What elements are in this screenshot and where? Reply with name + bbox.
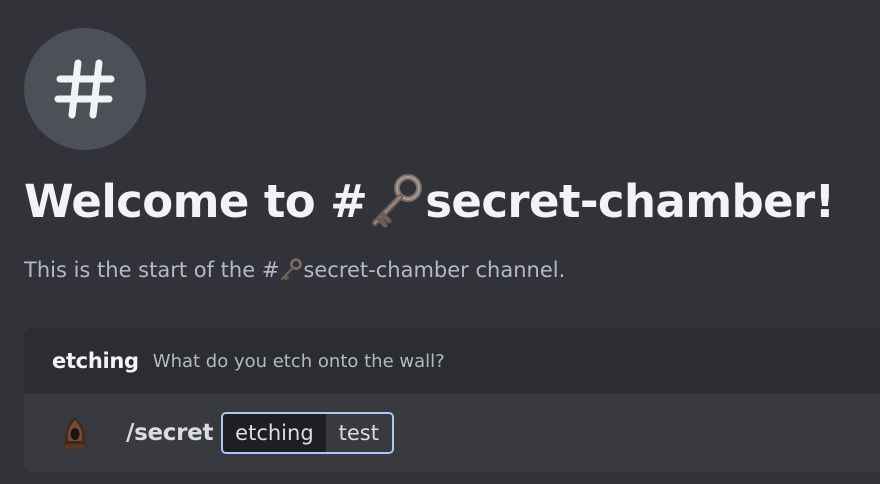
command-name: /secret: [126, 420, 214, 446]
welcome-title-channel: secret-chamber!: [425, 175, 835, 228]
channel-icon-circle: [24, 28, 146, 150]
hashtag-icon: [54, 59, 115, 119]
hooded-figure-avatar: [62, 417, 88, 449]
option-description: What do you etch onto the wall?: [152, 350, 445, 372]
option-hint-bar: etching What do you etch onto the wall?: [24, 328, 880, 394]
channel-welcome-page: Welcome to # secret-chamber! This is the…: [0, 0, 880, 484]
welcome-subtitle-channel: secret-chamber channel.: [303, 258, 566, 282]
welcome-title: Welcome to # secret-chamber!: [24, 166, 835, 238]
option-name: etching: [52, 349, 139, 373]
welcome-subtitle: This is the start of the # secret-chambe…: [24, 254, 565, 286]
old-key-icon: [367, 173, 425, 231]
option-pill[interactable]: etching test: [221, 412, 394, 454]
app-avatar: [56, 414, 94, 452]
option-pill-value[interactable]: test: [325, 414, 392, 452]
option-pill-key: etching: [223, 414, 326, 452]
command-input-row[interactable]: /secret etching test: [24, 394, 880, 472]
welcome-title-prefix: Welcome to #: [24, 175, 368, 228]
slash-command-preview: etching What do you etch onto the wall? …: [24, 328, 880, 472]
welcome-subtitle-prefix: This is the start of the #: [24, 258, 280, 282]
old-key-icon: [279, 258, 303, 282]
